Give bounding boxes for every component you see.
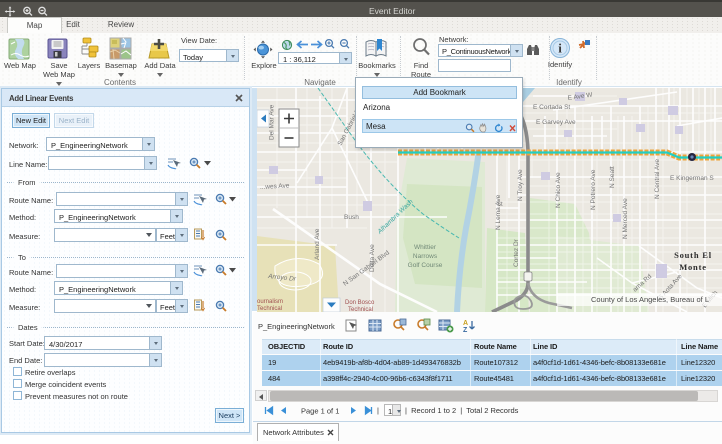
svg-text:N Merced Ave: N Merced Ave [622, 198, 629, 239]
svg-text:N Potrero Ave: N Potrero Ave [590, 169, 597, 210]
svg-text:South El: South El [674, 250, 712, 260]
svg-text:N Lema Ave: N Lema Ave [495, 194, 502, 230]
svg-text:Bush: Bush [344, 214, 359, 221]
svg-text:Cortez Dr: Cortez Dr [513, 238, 520, 267]
svg-text:Monte: Monte [679, 262, 707, 272]
svg-text:N Troy Ave: N Troy Ave [517, 169, 524, 201]
svg-text:Z: Z [463, 327, 468, 333]
svg-text:E Garvey Ave: E Garvey Ave [536, 119, 576, 126]
svg-text:Arland Ave: Arland Ave [314, 228, 321, 260]
svg-text:County of Los Angeles, Bureau: County of Los Angeles, Bureau of L [591, 295, 709, 304]
svg-text:N Chico Ave: N Chico Ave [555, 172, 562, 208]
svg-text:Del Mar Ave: Del Mar Ave [269, 104, 276, 140]
svg-text:N Central Ave: N Central Ave [654, 159, 661, 199]
svg-text:Don Bosco: Don Bosco [345, 300, 375, 306]
svg-text:i: i [558, 41, 562, 56]
svg-text:ournalism: ournalism [257, 299, 283, 305]
svg-text:Narrows: Narrows [413, 253, 438, 260]
svg-text:Whittier: Whittier [414, 244, 437, 251]
svg-text:E Kingerman S: E Kingerman S [670, 175, 714, 182]
svg-text:Golf Course: Golf Course [408, 262, 443, 269]
svg-text:Page 1 of 1: Page 1 of 1 [301, 407, 339, 416]
svg-text:E Cortada St: E Cortada St [533, 104, 570, 111]
svg-text:N Seatt: N Seatt [609, 166, 616, 188]
svg-text:A: A [463, 320, 468, 327]
